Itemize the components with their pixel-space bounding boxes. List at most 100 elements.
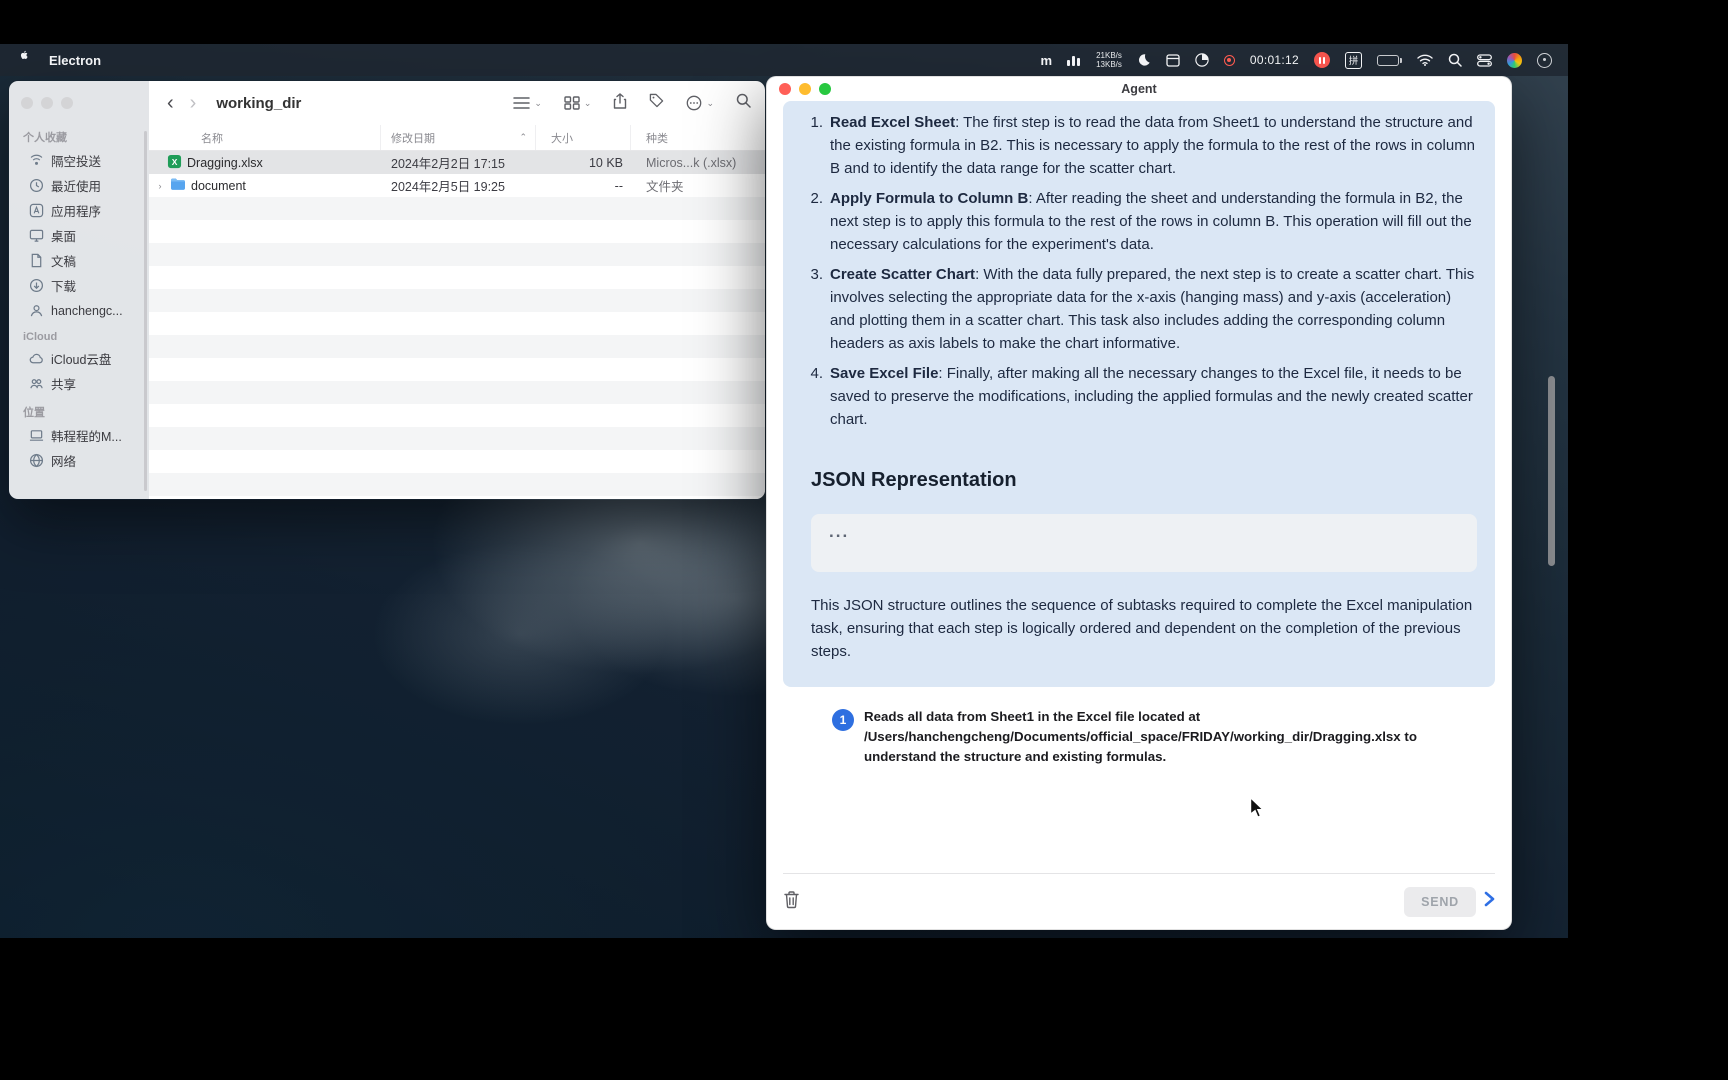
file-date: 2024年2月5日 19:25 — [391, 180, 505, 194]
file-name: Dragging.xlsx — [187, 155, 263, 170]
zoom-window-button[interactable] — [819, 83, 831, 95]
box-icon[interactable] — [1166, 53, 1180, 67]
status-ring-icon[interactable] — [1537, 52, 1552, 68]
json-summary-paragraph: This JSON structure outlines the sequenc… — [811, 597, 1473, 660]
sidebar-item-documents[interactable]: 文稿 — [15, 248, 143, 273]
agent-window-controls[interactable] — [767, 83, 831, 95]
step-number: 1. — [810, 114, 823, 131]
minimize-window-button[interactable] — [41, 97, 53, 109]
moon-icon[interactable] — [1137, 53, 1151, 67]
empty-list-stripes — [149, 197, 765, 499]
battery-icon[interactable] — [1377, 54, 1402, 66]
json-representation-heading: JSON Representation — [811, 469, 1017, 491]
file-row-dragging-xlsx[interactable]: X Dragging.xlsx 2024年2月2日 17:15 10 KB Mi… — [149, 151, 765, 174]
chevron-down-icon: ⌄ — [706, 97, 714, 108]
input-method-icon[interactable]: 拼 — [1345, 51, 1362, 69]
more-actions-button[interactable]: ⌄ — [686, 95, 714, 111]
subtask-description: Reads all data from Sheet1 in the Excel … — [864, 709, 1417, 764]
group-by-button[interactable]: ⌄ — [564, 96, 592, 110]
pause-badge-icon[interactable] — [1314, 52, 1330, 68]
sidebar-item-shared[interactable]: 共享 — [15, 371, 143, 396]
search-button[interactable] — [736, 93, 751, 113]
minimize-window-button[interactable] — [799, 83, 811, 95]
desktop-wallpaper: Electron m 21KB/s 13KB/s 00:01:12 拼 个人收藏… — [0, 44, 1568, 938]
download-speed: 13KB/s — [1096, 60, 1122, 69]
file-list: X Dragging.xlsx 2024年2月2日 17:15 10 KB Mi… — [149, 151, 765, 499]
recording-timer: 00:01:12 — [1249, 53, 1299, 67]
sidebar-scrollbar[interactable] — [144, 131, 147, 491]
agent-titlebar: Agent — [767, 77, 1511, 101]
column-header-date-label: 修改日期 — [391, 132, 435, 145]
finder-window: 个人收藏 隔空投送 最近使用 应用程序 桌面 文稿 下载 hanchengc..… — [8, 80, 766, 500]
finder-window-title: working_dir — [216, 94, 302, 112]
active-app-name[interactable]: Electron — [49, 53, 101, 68]
chevron-down-icon: ⌄ — [583, 97, 592, 108]
m-status-icon[interactable]: m — [1041, 53, 1053, 68]
share-button[interactable] — [613, 92, 627, 114]
agent-window: Agent 1. Read Excel Sheet: The first ste… — [766, 76, 1512, 930]
sidebar-item-desktop[interactable]: 桌面 — [15, 223, 143, 248]
sidebar-item-label: 应用程序 — [51, 205, 102, 219]
step-number: 4. — [810, 365, 823, 382]
sidebar-section-locations: 位置 — [23, 407, 45, 419]
trash-button[interactable] — [783, 890, 800, 914]
pie-progress-icon[interactable] — [1195, 53, 1209, 67]
tags-button[interactable] — [649, 93, 664, 113]
column-header-name[interactable]: 名称 — [149, 125, 381, 150]
list-column-headers: 名称 修改日期 ⌃ 大小 种类 — [149, 125, 765, 151]
send-button[interactable]: SEND — [1404, 886, 1476, 917]
wifi-icon[interactable] — [1417, 54, 1433, 66]
sidebar-item-applications[interactable]: 应用程序 — [15, 198, 143, 223]
sidebar-item-network[interactable]: 网络 — [15, 448, 143, 473]
sidebar-item-label: 桌面 — [51, 230, 77, 244]
menu-bar: Electron m 21KB/s 13KB/s 00:01:12 拼 — [0, 44, 1568, 76]
column-header-kind[interactable]: 种类 — [631, 125, 765, 150]
sidebar-section-favorites: 个人收藏 — [23, 132, 67, 144]
column-header-size[interactable]: 大小 — [536, 125, 631, 150]
sidebar-item-label: hanchengc... — [51, 303, 123, 318]
step-number: 3. — [810, 266, 823, 283]
send-arrow-icon[interactable] — [1484, 891, 1495, 912]
step-title: Save Excel File — [830, 365, 939, 382]
sidebar-item-downloads[interactable]: 下载 — [15, 273, 143, 298]
sidebar-item-label: 下载 — [51, 280, 77, 294]
chevron-down-icon: ⌄ — [534, 97, 542, 108]
record-indicator-icon[interactable] — [1223, 54, 1235, 66]
file-kind: Micros...k (.xlsx) — [646, 155, 737, 170]
json-collapsed-box[interactable]: ... — [811, 514, 1477, 572]
apple-menu-icon[interactable] — [16, 49, 31, 71]
forward-button[interactable]: › — [186, 93, 201, 113]
disclosure-chevron-icon[interactable]: › — [155, 181, 165, 191]
spotlight-search-icon[interactable] — [1448, 53, 1462, 67]
subtask-item: 1 Reads all data from Sheet1 in the Exce… — [832, 707, 1495, 767]
back-button[interactable]: ‹ — [163, 93, 178, 113]
sidebar-item-icloud-drive[interactable]: iCloud云盘 — [15, 346, 143, 371]
agent-bottom-bar: SEND — [783, 873, 1495, 929]
sidebar-item-airdrop[interactable]: 隔空投送 — [15, 148, 143, 173]
control-center-icon[interactable] — [1477, 53, 1492, 67]
file-row-document-folder[interactable]: › document 2024年2月5日 19:25 -- 文件夹 — [149, 174, 765, 197]
close-window-button[interactable] — [779, 83, 791, 95]
sidebar-section-icloud: iCloud — [23, 331, 58, 343]
plan-step-2: 2. Apply Formula to Column B: After read… — [797, 187, 1477, 256]
view-options-button[interactable]: ⌄ — [513, 96, 542, 110]
screen-scrollbar[interactable] — [1548, 376, 1555, 566]
sidebar-item-label: 网络 — [51, 455, 77, 469]
close-window-button[interactable] — [21, 97, 33, 109]
sidebar-item-label: 韩程程的M... — [51, 430, 122, 444]
sidebar-item-recents[interactable]: 最近使用 — [15, 173, 143, 198]
finder-toolbar: ‹ › working_dir ⌄ ⌄ ⌄ — [149, 81, 765, 125]
finder-window-controls[interactable] — [9, 93, 149, 121]
sidebar-item-home[interactable]: hanchengc... — [15, 298, 143, 323]
network-speed-indicator[interactable]: 21KB/s 13KB/s — [1096, 51, 1122, 69]
step-title: Read Excel Sheet — [830, 114, 956, 131]
message-input-area[interactable] — [783, 801, 1495, 873]
file-size: 10 KB — [588, 155, 623, 170]
finder-sidebar: 个人收藏 隔空投送 最近使用 应用程序 桌面 文稿 下载 hanchengc..… — [9, 81, 149, 499]
zoom-window-button[interactable] — [61, 97, 73, 109]
column-header-date[interactable]: 修改日期 ⌃ — [381, 125, 536, 150]
sidebar-item-macbook[interactable]: 韩程程的M... — [15, 423, 143, 448]
sort-ascending-icon: ⌃ — [519, 132, 527, 142]
app-orb-icon[interactable] — [1507, 52, 1522, 68]
stats-icon[interactable] — [1067, 54, 1081, 66]
